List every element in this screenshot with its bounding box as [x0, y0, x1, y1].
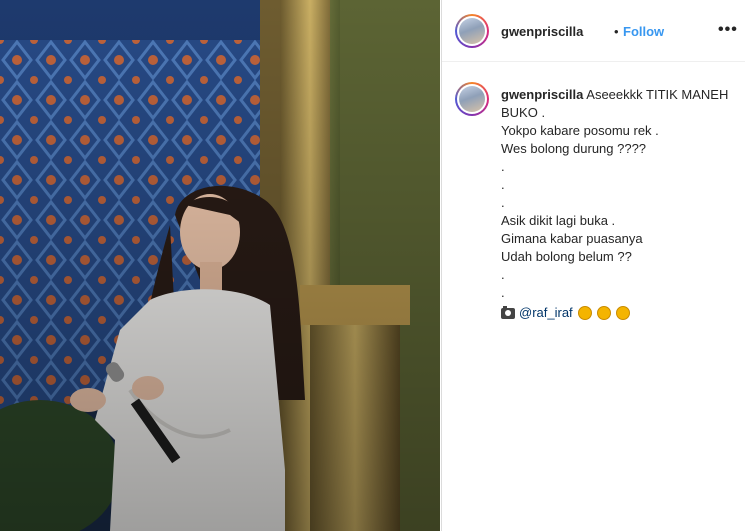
caption-line: BUKO .: [501, 105, 546, 120]
caption-line: Aseeekkk TITIK MANEH: [586, 87, 729, 102]
caption-line: .: [501, 177, 505, 192]
post-header: gwenpriscilla • Follow •••: [442, 0, 745, 62]
concert-photo-illustration: [0, 0, 440, 531]
instagram-post: gwenpriscilla • Follow ••• gwenpriscilla…: [0, 0, 745, 531]
clap-icon: [596, 306, 611, 320]
caption-line: .: [501, 159, 505, 174]
caption-line: .: [501, 195, 505, 210]
caption-line: Udah bolong belum ??: [501, 249, 632, 264]
mention-link[interactable]: @raf_iraf: [519, 304, 573, 322]
follow-button[interactable]: Follow: [623, 24, 664, 39]
more-options-icon[interactable]: •••: [718, 21, 738, 39]
post-photo[interactable]: [0, 0, 440, 531]
caption-line: .: [501, 267, 505, 282]
caption-line: Gimana kabar puasanya: [501, 231, 643, 246]
camera-icon: [501, 305, 515, 319]
avatar-image: [459, 18, 485, 44]
avatar[interactable]: [455, 14, 489, 48]
photo-credit: @raf_iraf: [501, 304, 731, 322]
caption-line: Asik dikit lagi buka .: [501, 213, 616, 228]
caption-first-line: gwenpriscilla Aseeekkk TITIK MANEH: [501, 86, 731, 104]
avatar-image: [459, 86, 485, 112]
caption-avatar[interactable]: [455, 82, 489, 116]
caption-line: Wes bolong durung ????: [501, 141, 647, 156]
caption-line: Yokpo kabare posomu rek .: [501, 123, 659, 138]
caption-line: .: [501, 285, 505, 300]
post-side-panel: gwenpriscilla • Follow ••• gwenpriscilla…: [441, 0, 745, 531]
caption-text: gwenpriscilla Aseeekkk TITIK MANEH BUKO …: [501, 86, 731, 322]
clap-icon: [615, 306, 630, 320]
header-username[interactable]: gwenpriscilla: [501, 24, 583, 39]
clap-icon: [577, 306, 592, 320]
caption-username[interactable]: gwenpriscilla: [501, 87, 583, 102]
separator-dot: •: [614, 24, 619, 39]
